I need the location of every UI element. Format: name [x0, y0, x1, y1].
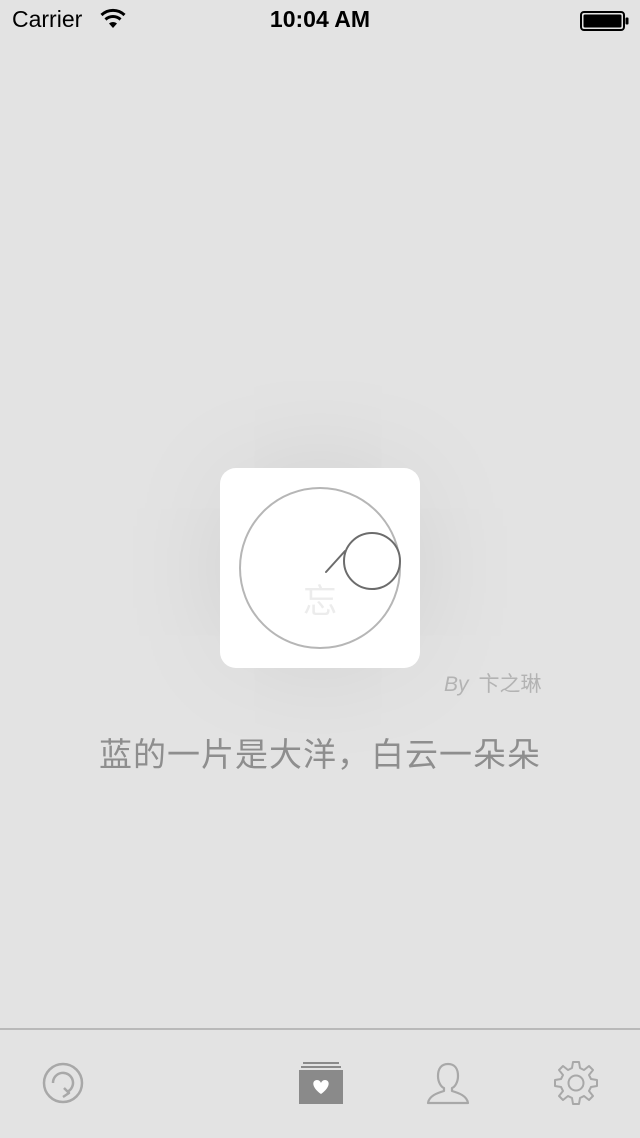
- tab-profile[interactable]: [408, 1030, 488, 1136]
- refresh-icon: [42, 1062, 84, 1104]
- gear-icon: [554, 1061, 598, 1105]
- tab-favorites[interactable]: [281, 1030, 361, 1136]
- user-icon: [426, 1062, 470, 1105]
- tab-settings[interactable]: [536, 1030, 616, 1136]
- tab-bar: [0, 1028, 640, 1138]
- author-name: 卞之琳: [478, 672, 542, 696]
- heart-box-icon: [299, 1062, 343, 1104]
- app-logo-card: [220, 468, 420, 668]
- byline: By 卞之琳: [444, 668, 604, 698]
- quote-text: 蓝的一片是大洋，白云一朵朵: [99, 735, 541, 774]
- by-label: By: [444, 673, 469, 696]
- logo-emblem-icon: [239, 487, 401, 649]
- status-bar: Carrier 10:04 AM: [0, 0, 640, 40]
- battery-icon: [580, 11, 629, 31]
- tab-refresh[interactable]: [23, 1030, 103, 1136]
- logo-character: 忘: [303, 582, 337, 622]
- clock-time: 10:04 AM: [269, 6, 371, 32]
